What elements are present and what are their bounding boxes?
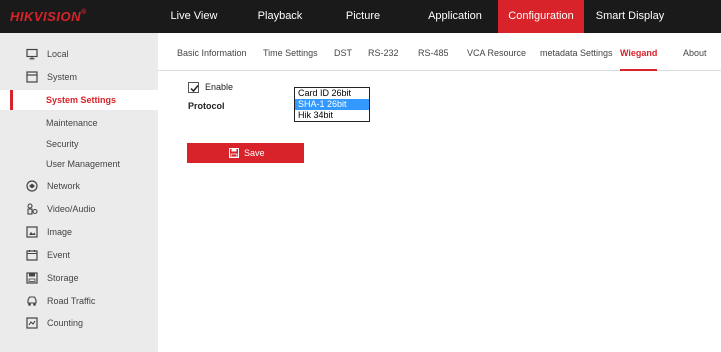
tab-rs-485[interactable]: RS-485	[418, 33, 449, 71]
sidebar-item-label: Maintenance	[46, 118, 98, 128]
tab-rs-232[interactable]: RS-232	[368, 33, 399, 71]
sidebar-item-video-audio[interactable]: Video/Audio	[0, 199, 158, 219]
sidebar-item-image[interactable]: Image	[0, 222, 158, 242]
monitor-icon	[26, 48, 38, 60]
nav-application[interactable]: Application	[420, 0, 490, 33]
system-icon	[26, 71, 38, 83]
settings-tabs: Basic Information Time Settings DST RS-2…	[158, 33, 721, 71]
protocol-option-selected[interactable]: SHA-1 26bit	[295, 99, 369, 110]
checkmark-icon	[190, 85, 199, 93]
sidebar-item-label: Storage	[47, 273, 79, 283]
tab-wiegand[interactable]: Wiegand	[620, 33, 658, 71]
sidebar-item-label: Road Traffic	[47, 296, 96, 306]
enable-checkbox[interactable]	[188, 82, 199, 93]
top-bar: HIKVISION® Live View Playback Picture Ap…	[0, 0, 721, 33]
tab-about[interactable]: About	[683, 33, 707, 71]
sidebar-item-label: Network	[47, 181, 81, 191]
sidebar-item-label: System Settings	[46, 95, 117, 105]
storage-icon	[26, 272, 38, 284]
protocol-option[interactable]: Card ID 26bit	[295, 88, 369, 99]
sidebar-item-local[interactable]: Local	[0, 44, 158, 64]
protocol-option[interactable]: Hik 34bit	[295, 110, 369, 121]
sidebar-item-system-settings[interactable]: System Settings	[0, 90, 158, 110]
tab-dst[interactable]: DST	[334, 33, 352, 71]
sidebar-item-label: System	[47, 72, 78, 82]
sidebar-item-network[interactable]: Network	[0, 176, 158, 196]
sidebar-item-label: Security	[46, 139, 79, 149]
tab-metadata-settings[interactable]: metadata Settings	[540, 33, 613, 71]
sidebar-item-road-traffic[interactable]: Road Traffic	[0, 291, 158, 311]
sidebar-item-counting[interactable]: Counting	[0, 313, 158, 333]
sidebar-item-label: Video/Audio	[47, 204, 96, 214]
enable-label: Enable	[205, 82, 234, 92]
protocol-dropdown-list[interactable]: Card ID 26bit SHA-1 26bit Hik 34bit	[294, 87, 370, 122]
sidebar-item-system[interactable]: System	[0, 67, 158, 87]
road-traffic-icon	[27, 296, 37, 306]
nav-smart-display[interactable]: Smart Display	[592, 0, 668, 33]
sidebar-item-label: Local	[47, 49, 69, 59]
nav-picture[interactable]: Picture	[338, 0, 388, 33]
main-content: Basic Information Time Settings DST RS-2…	[158, 33, 721, 352]
nav-configuration[interactable]: Configuration	[498, 0, 584, 33]
sidebar-item-label: Counting	[47, 318, 84, 328]
video-audio-icon	[27, 203, 38, 215]
tab-vca-resource[interactable]: VCA Resource	[467, 33, 526, 71]
sidebar-item-user-management[interactable]: User Management	[0, 154, 158, 174]
sidebar-item-event[interactable]: Event	[0, 245, 158, 265]
event-icon	[26, 250, 38, 261]
hikvision-logo: HIKVISION®	[10, 9, 87, 24]
network-icon	[26, 180, 38, 192]
nav-playback[interactable]: Playback	[250, 0, 310, 33]
sidebar-item-maintenance[interactable]: Maintenance	[0, 113, 158, 133]
sidebar-item-storage[interactable]: Storage	[0, 268, 158, 288]
save-button[interactable]: Save	[187, 143, 304, 163]
sidebar-item-label: Event	[47, 250, 71, 260]
protocol-label: Protocol	[188, 101, 225, 111]
sidebar-item-security[interactable]: Security	[0, 134, 158, 154]
image-icon	[26, 226, 38, 238]
sidebar-item-label: User Management	[46, 159, 121, 169]
tab-time-settings[interactable]: Time Settings	[263, 33, 318, 71]
tab-basic-information[interactable]: Basic Information	[177, 33, 247, 71]
nav-live-view[interactable]: Live View	[164, 0, 224, 33]
save-label: Save	[244, 148, 265, 158]
sidebar: Local System System Settings Maintenance…	[0, 33, 158, 352]
sidebar-item-label: Image	[47, 227, 73, 237]
save-icon	[229, 148, 239, 158]
counting-icon	[26, 317, 38, 329]
